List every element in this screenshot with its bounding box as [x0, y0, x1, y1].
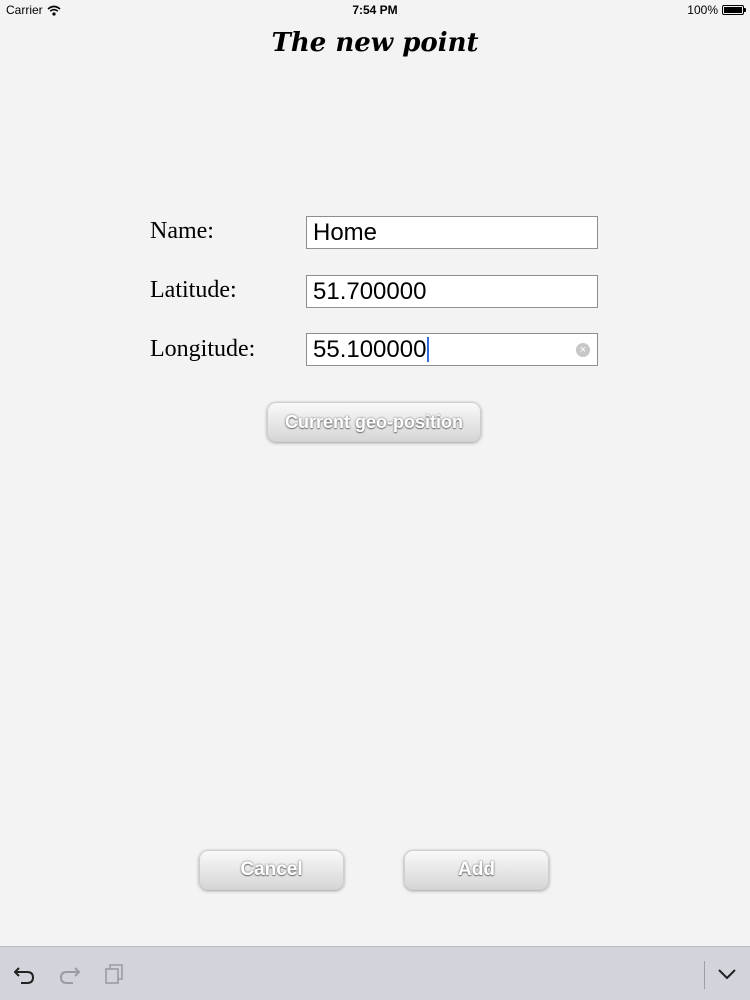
- latitude-label: Latitude:: [150, 277, 237, 303]
- text-cursor: [427, 337, 430, 362]
- name-value: Home: [313, 219, 378, 246]
- add-button[interactable]: Add: [404, 850, 549, 890]
- undo-icon[interactable]: [12, 961, 38, 987]
- chevron-down-icon[interactable]: [714, 961, 740, 987]
- battery-percent: 100%: [687, 3, 718, 17]
- status-bar: Carrier 7:54 PM 100%: [0, 0, 750, 22]
- clear-icon[interactable]: ×: [576, 343, 590, 357]
- redo-icon[interactable]: [56, 961, 82, 987]
- latitude-field[interactable]: 51.700000: [306, 275, 598, 308]
- name-label: Name:: [150, 218, 214, 244]
- battery-icon: [722, 5, 746, 15]
- keyboard-shortcut-bar: [0, 946, 750, 1000]
- paste-icon[interactable]: [102, 961, 128, 987]
- name-field[interactable]: Home: [306, 216, 598, 249]
- battery-fill: [724, 7, 742, 13]
- latitude-value: 51.700000: [313, 278, 427, 305]
- status-time: 7:54 PM: [352, 3, 398, 17]
- battery-group: 100%: [687, 3, 746, 17]
- longitude-field[interactable]: 55.100000 ×: [306, 333, 598, 366]
- toolbar-separator: [704, 961, 705, 989]
- page-title: The new point: [271, 28, 479, 58]
- longitude-value: 55.100000: [313, 336, 427, 363]
- longitude-label: Longitude:: [150, 336, 256, 362]
- current-geo-position-button[interactable]: Current geo-position: [267, 402, 481, 442]
- cancel-button[interactable]: Cancel: [199, 850, 344, 890]
